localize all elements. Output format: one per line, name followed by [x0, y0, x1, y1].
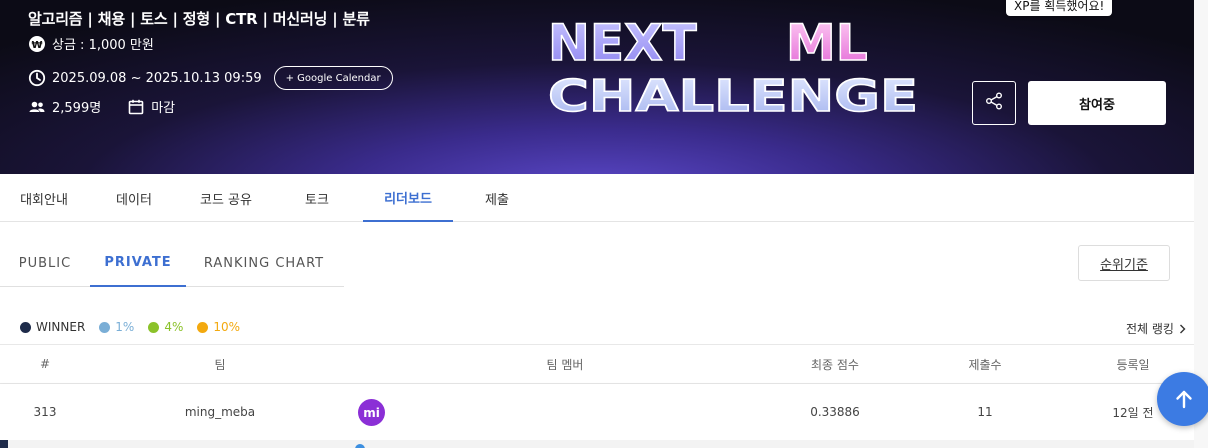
winner-marker [0, 440, 8, 448]
rank-legend: WINNER 1% 4% 10% [20, 320, 254, 334]
col-submissions: 제출수 [968, 357, 1002, 372]
join-status-button[interactable]: 참여중 [1028, 81, 1166, 125]
avatar[interactable]: mi [358, 399, 385, 426]
tab-leaderboard[interactable]: 리더보드 [363, 174, 453, 222]
calendar-icon [127, 98, 145, 116]
next-row-edge [0, 440, 1194, 448]
prize-row: ₩ 상금 : 1,000 만원 [28, 34, 154, 53]
participants-count: 2,599명 [52, 101, 102, 116]
col-final-score: 최종 점수 [811, 357, 859, 372]
scroll-to-top-button[interactable] [1157, 372, 1208, 426]
tab-data[interactable]: 데이터 [90, 174, 178, 222]
arrow-up-icon [1173, 388, 1195, 410]
legend-10pct-label: 10% [213, 320, 241, 334]
period-row: 2025.09.08 ~ 2025.10.13 09:59 + Google C… [28, 66, 393, 90]
row-team-name[interactable]: ming_meba [160, 384, 280, 440]
xp-toast: XP를 획득했어요! [1006, 0, 1113, 16]
legend-winner-dot [20, 321, 31, 333]
leaderboard-sub-tabs: PUBLIC PRIVATE RANKING CHART [0, 240, 344, 287]
row-rank: 313 [33, 405, 57, 419]
legend-10pct-dot [197, 321, 209, 333]
legend-winner: WINNER [20, 320, 85, 334]
all-ranking-label: 전체 랭킹 [1126, 322, 1174, 336]
col-rank: # [39, 357, 51, 371]
all-ranking-link[interactable]: 전체 랭킹 [1126, 320, 1186, 337]
legend-1pct-dot [99, 321, 111, 333]
table-row[interactable]: 313 ming_meba mi 0.33886 11 12일 전 [0, 384, 1194, 440]
svg-text:₩: ₩ [31, 40, 42, 51]
tab-code-share[interactable]: 코드 공유 [180, 174, 272, 222]
google-calendar-button[interactable]: + Google Calendar [273, 66, 393, 90]
leaderboard-table-header: # 팀 팀 멤버 최종 점수 제출수 등록일 [0, 344, 1194, 384]
legend-4pct-label: 4% [164, 320, 184, 334]
row-submissions: 11 [977, 405, 993, 419]
tab-info[interactable]: 대회안내 [0, 174, 88, 222]
legend-4pct: 4% [148, 320, 183, 334]
banner-tags-title: 알고리즘 | 채용 | 토스 | 정형 | CTR | 머신러닝 | 분류 [28, 10, 370, 28]
legend-1pct-label: 1% [115, 320, 135, 334]
legend-4pct-dot [148, 321, 160, 333]
share-icon [984, 91, 1004, 115]
col-team: 팀 [214, 357, 226, 372]
tab-submit[interactable]: 제출 [456, 174, 538, 222]
logo-challenge-text: CHALLENGE [548, 71, 918, 116]
subtab-ranking-chart[interactable]: RANKING CHART [190, 240, 338, 287]
competition-banner: 알고리즘 | 채용 | 토스 | 정형 | CTR | 머신러닝 | 분류 ₩ … [0, 0, 1194, 174]
won-coin-icon: ₩ [28, 35, 46, 53]
chevron-right-icon [1179, 324, 1186, 334]
subtab-private[interactable]: PRIVATE [90, 240, 186, 287]
deadline-status: 마감 [127, 97, 175, 116]
period-text: 2025.09.08 ~ 2025.10.13 09:59 [52, 70, 262, 86]
legend-10pct: 10% [197, 320, 240, 334]
participants-row: 2,599명 마감 [28, 97, 175, 116]
subtab-public[interactable]: PUBLIC [0, 240, 90, 287]
next-ml-challenge-logo: NEXT ML CHALLENGE [547, 14, 919, 116]
col-members: 팀 멤버 [546, 357, 584, 372]
main-tabs: 대회안내 데이터 코드 공유 토크 리더보드 제출 [0, 174, 1194, 222]
next-row-avatar [355, 444, 365, 448]
legend-winner-label: WINNER [36, 320, 86, 334]
clock-icon [28, 69, 46, 87]
people-icon [28, 98, 46, 116]
prize-text: 상금 : 1,000 만원 [52, 38, 154, 53]
logo-ml-text: ML [786, 14, 868, 72]
rank-criteria-button[interactable]: 순위기준 [1078, 245, 1170, 281]
share-button[interactable] [972, 81, 1016, 125]
legend-1pct: 1% [99, 320, 134, 334]
logo-next-text: NEXT [548, 14, 697, 72]
row-final-score: 0.33886 [810, 405, 860, 419]
tab-talk[interactable]: 토크 [274, 174, 360, 222]
status-text: 마감 [151, 101, 176, 116]
